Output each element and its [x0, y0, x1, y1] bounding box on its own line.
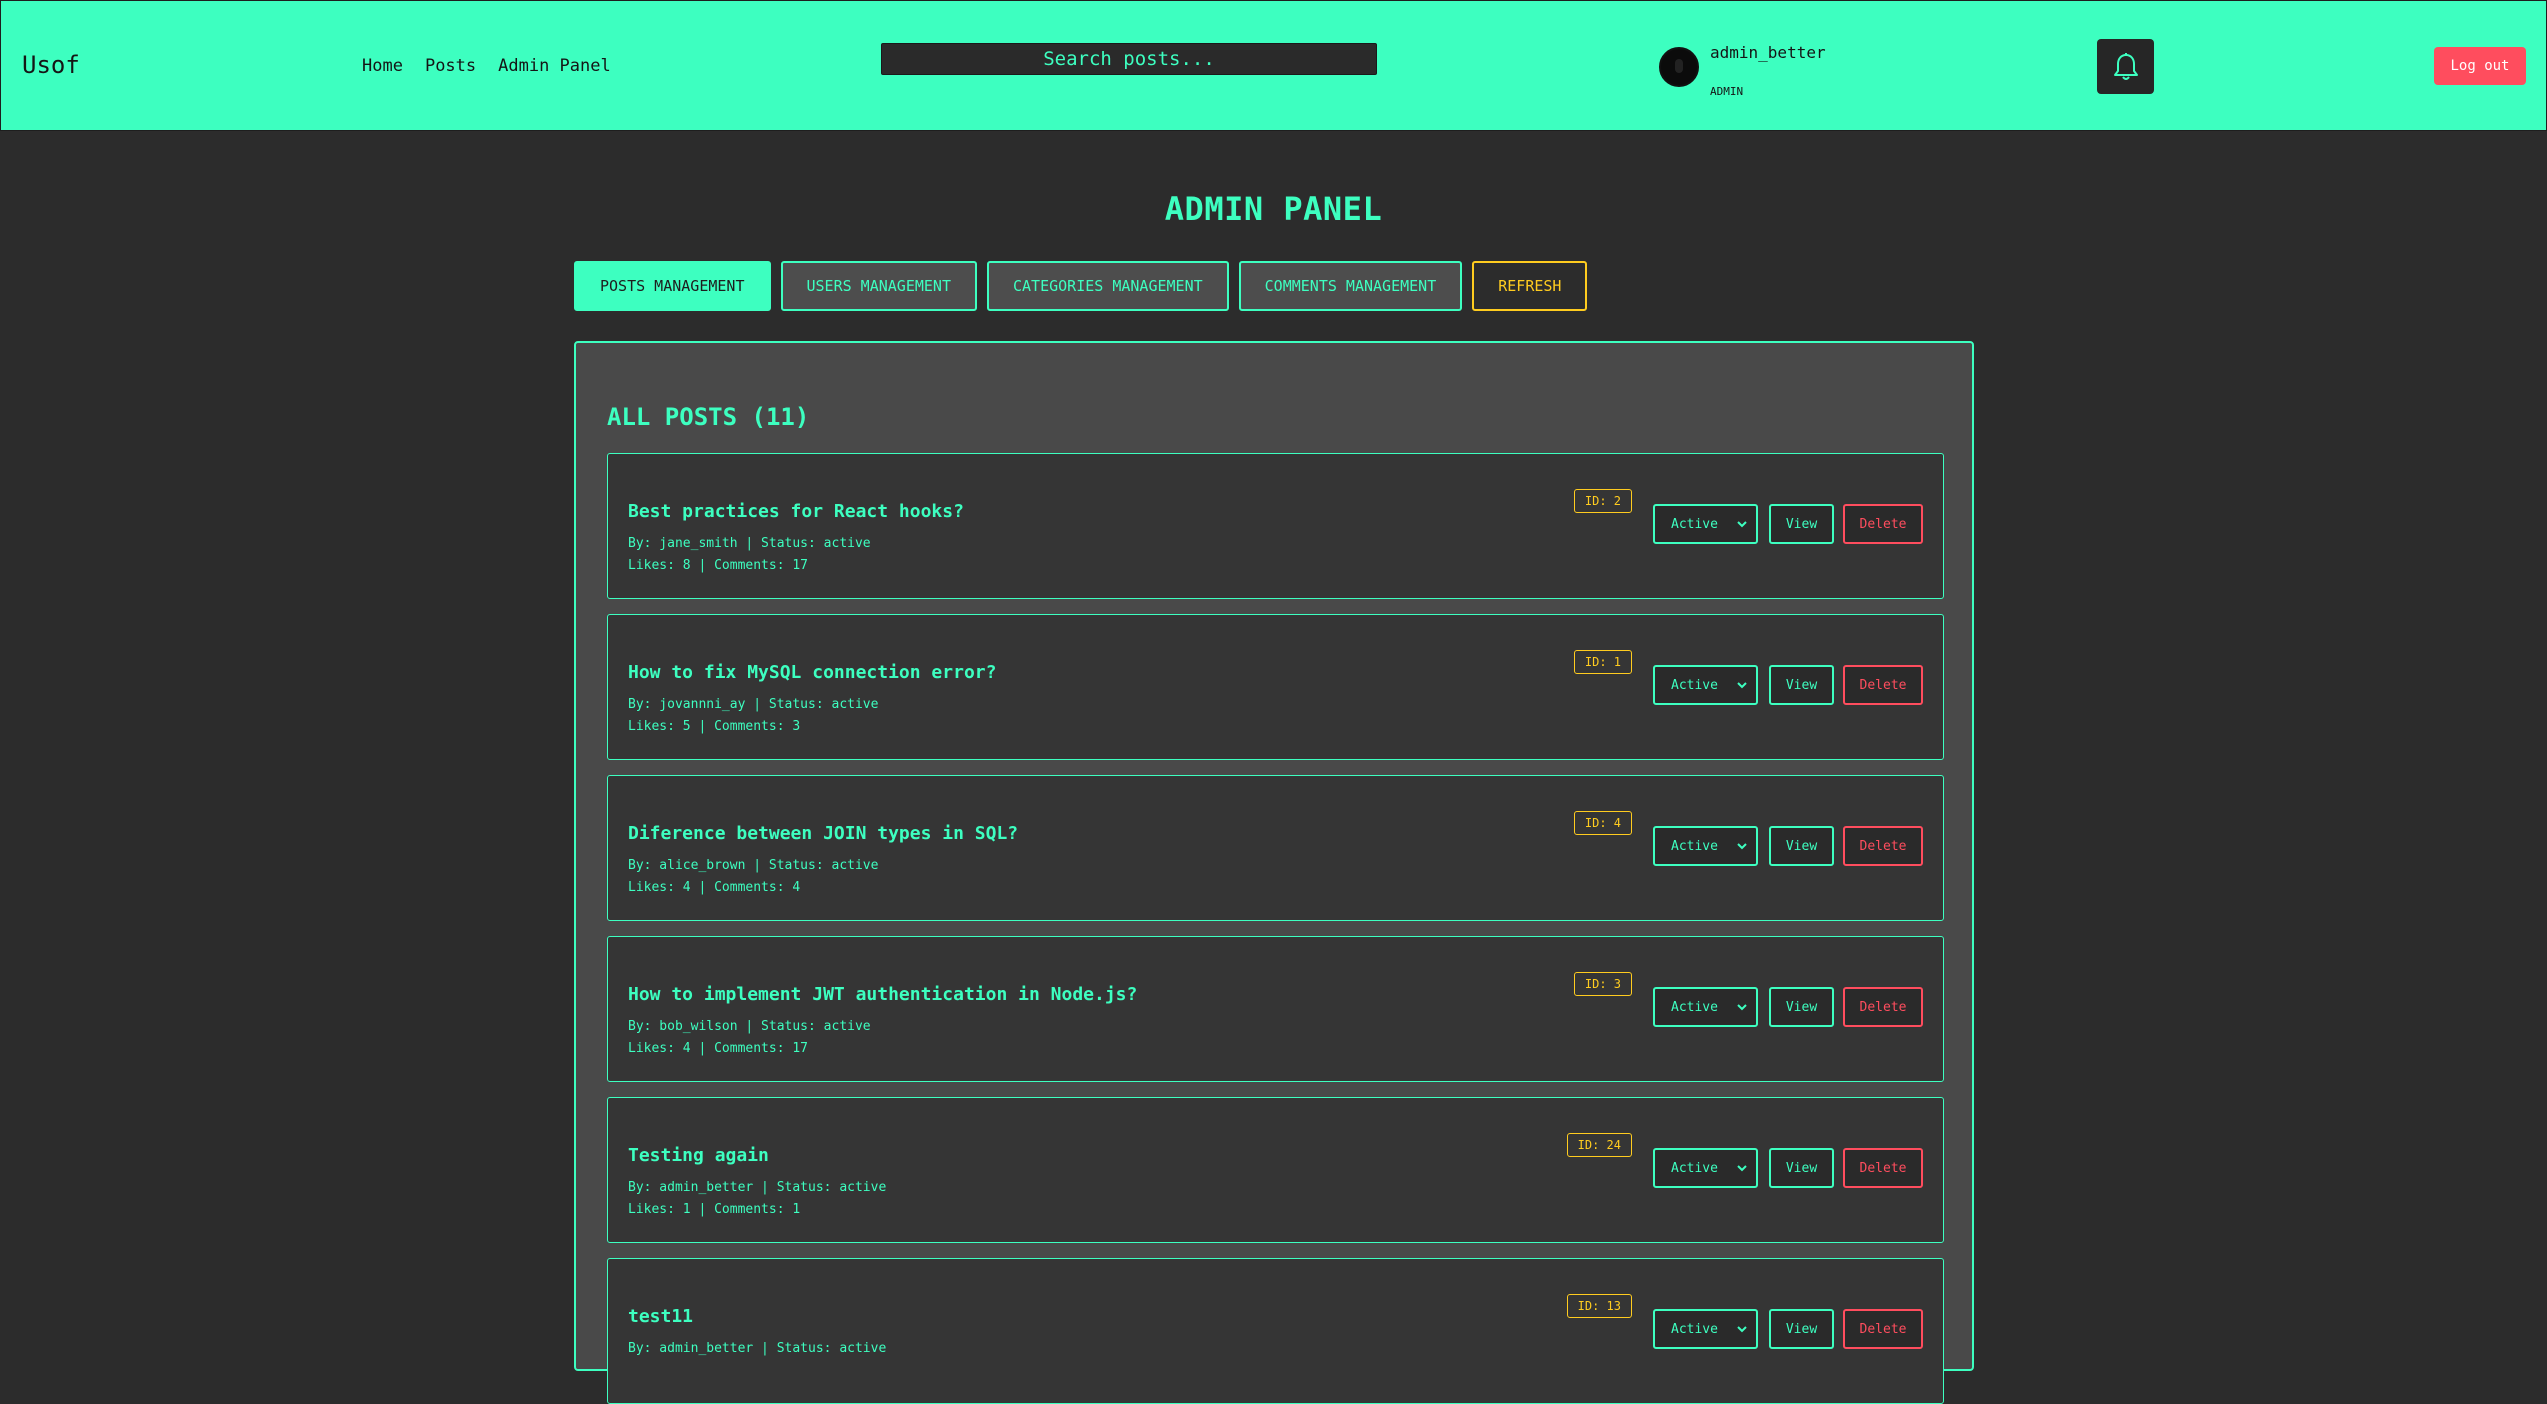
post-card: test11 By: admin_better | Status: active…: [607, 1258, 1944, 1404]
logout-button[interactable]: Log out: [2434, 47, 2526, 85]
view-button[interactable]: View: [1769, 826, 1834, 866]
status-select-value: Active: [1671, 516, 1718, 532]
post-title[interactable]: test11: [628, 1306, 693, 1327]
delete-button[interactable]: Delete: [1843, 1148, 1923, 1188]
notifications-button[interactable]: [2097, 39, 2154, 94]
nav-admin-panel[interactable]: Admin Panel: [498, 56, 611, 76]
chevron-down-icon: [1737, 682, 1747, 689]
tab-users-management[interactable]: USERS MANAGEMENT: [780, 261, 977, 311]
post-card: Testing again By: admin_better | Status:…: [607, 1097, 1944, 1243]
view-button[interactable]: View: [1769, 504, 1834, 544]
post-title[interactable]: Diference between JOIN types in SQL?: [628, 823, 1018, 844]
main-nav: Home Posts Admin Panel: [362, 56, 611, 76]
bell-icon: [2113, 52, 2138, 80]
username: admin_better: [1710, 43, 1826, 62]
post-author-status: By: alice_brown | Status: active: [628, 858, 879, 873]
post-id-badge: ID: 4: [1573, 811, 1632, 835]
post-title[interactable]: Testing again: [628, 1145, 769, 1166]
search-input[interactable]: [881, 43, 1377, 75]
post-id-badge: ID: 13: [1566, 1294, 1632, 1318]
status-select-value: Active: [1671, 999, 1718, 1015]
status-select[interactable]: Active: [1653, 504, 1758, 544]
post-title[interactable]: Best practices for React hooks?: [628, 501, 964, 522]
tab-comments-management[interactable]: COMMENTS MANAGEMENT: [1238, 261, 1463, 311]
post-author-status: By: admin_better | Status: active: [628, 1341, 887, 1356]
post-author-status: By: admin_better | Status: active: [628, 1180, 887, 1195]
post-stats: Likes: 1 | Comments: 1: [628, 1202, 801, 1217]
admin-tabs: POSTS MANAGEMENT USERS MANAGEMENT CATEGO…: [574, 261, 1588, 311]
tab-categories-management[interactable]: CATEGORIES MANAGEMENT: [987, 261, 1229, 311]
post-title[interactable]: How to implement JWT authentication in N…: [628, 984, 1137, 1005]
nav-home[interactable]: Home: [362, 56, 403, 76]
post-card: Diference between JOIN types in SQL? By:…: [607, 775, 1944, 921]
post-stats: Likes: 8 | Comments: 17: [628, 558, 809, 573]
view-button[interactable]: View: [1769, 1148, 1834, 1188]
top-header: Usof Home Posts Admin Panel admin_better…: [0, 0, 2547, 131]
post-id-badge: ID: 3: [1573, 972, 1632, 996]
post-author-status: By: bob_wilson | Status: active: [628, 1019, 871, 1034]
post-card: How to fix MySQL connection error? By: j…: [607, 614, 1944, 760]
chevron-down-icon: [1737, 843, 1747, 850]
chevron-down-icon: [1737, 521, 1747, 528]
refresh-button[interactable]: REFRESH: [1472, 261, 1588, 311]
post-author-status: By: jane_smith | Status: active: [628, 536, 871, 551]
post-stats: Likes: 5 | Comments: 3: [628, 719, 801, 734]
delete-button[interactable]: Delete: [1843, 665, 1923, 705]
status-select-value: Active: [1671, 1160, 1718, 1176]
status-select[interactable]: Active: [1653, 1309, 1758, 1349]
post-card: How to implement JWT authentication in N…: [607, 936, 1944, 1082]
delete-button[interactable]: Delete: [1843, 1309, 1923, 1349]
delete-button[interactable]: Delete: [1843, 826, 1923, 866]
view-button[interactable]: View: [1769, 665, 1834, 705]
posts-panel: ALL POSTS (11) Best practices for React …: [574, 341, 1974, 1404]
status-select[interactable]: Active: [1653, 1148, 1758, 1188]
status-select-value: Active: [1671, 1321, 1718, 1337]
post-id-badge: ID: 2: [1573, 489, 1632, 513]
status-select-value: Active: [1671, 838, 1718, 854]
status-select[interactable]: Active: [1653, 826, 1758, 866]
nav-posts[interactable]: Posts: [425, 56, 476, 76]
status-select[interactable]: Active: [1653, 987, 1758, 1027]
app-logo[interactable]: Usof: [22, 51, 80, 79]
avatar[interactable]: [1659, 47, 1699, 87]
post-stats: Likes: 4 | Comments: 17: [628, 1041, 809, 1056]
post-id-badge: ID: 1: [1573, 650, 1632, 674]
tab-posts-management[interactable]: POSTS MANAGEMENT: [574, 261, 771, 311]
chevron-down-icon: [1737, 1165, 1747, 1172]
delete-button[interactable]: Delete: [1843, 987, 1923, 1027]
posts-heading: ALL POSTS (11): [607, 403, 810, 431]
view-button[interactable]: View: [1769, 987, 1834, 1027]
post-title[interactable]: How to fix MySQL connection error?: [628, 662, 996, 683]
chevron-down-icon: [1737, 1326, 1747, 1333]
chevron-down-icon: [1737, 1004, 1747, 1011]
post-card: Best practices for React hooks? By: jane…: [607, 453, 1944, 599]
post-id-badge: ID: 24: [1566, 1133, 1632, 1157]
view-button[interactable]: View: [1769, 1309, 1834, 1349]
delete-button[interactable]: Delete: [1843, 504, 1923, 544]
user-role: ADMIN: [1710, 85, 1744, 98]
post-stats: Likes: 4 | Comments: 4: [628, 880, 801, 895]
status-select-value: Active: [1671, 677, 1718, 693]
post-author-status: By: jovannni_ay | Status: active: [628, 697, 879, 712]
status-select[interactable]: Active: [1653, 665, 1758, 705]
page-title: ADMIN PANEL: [1164, 190, 1383, 228]
